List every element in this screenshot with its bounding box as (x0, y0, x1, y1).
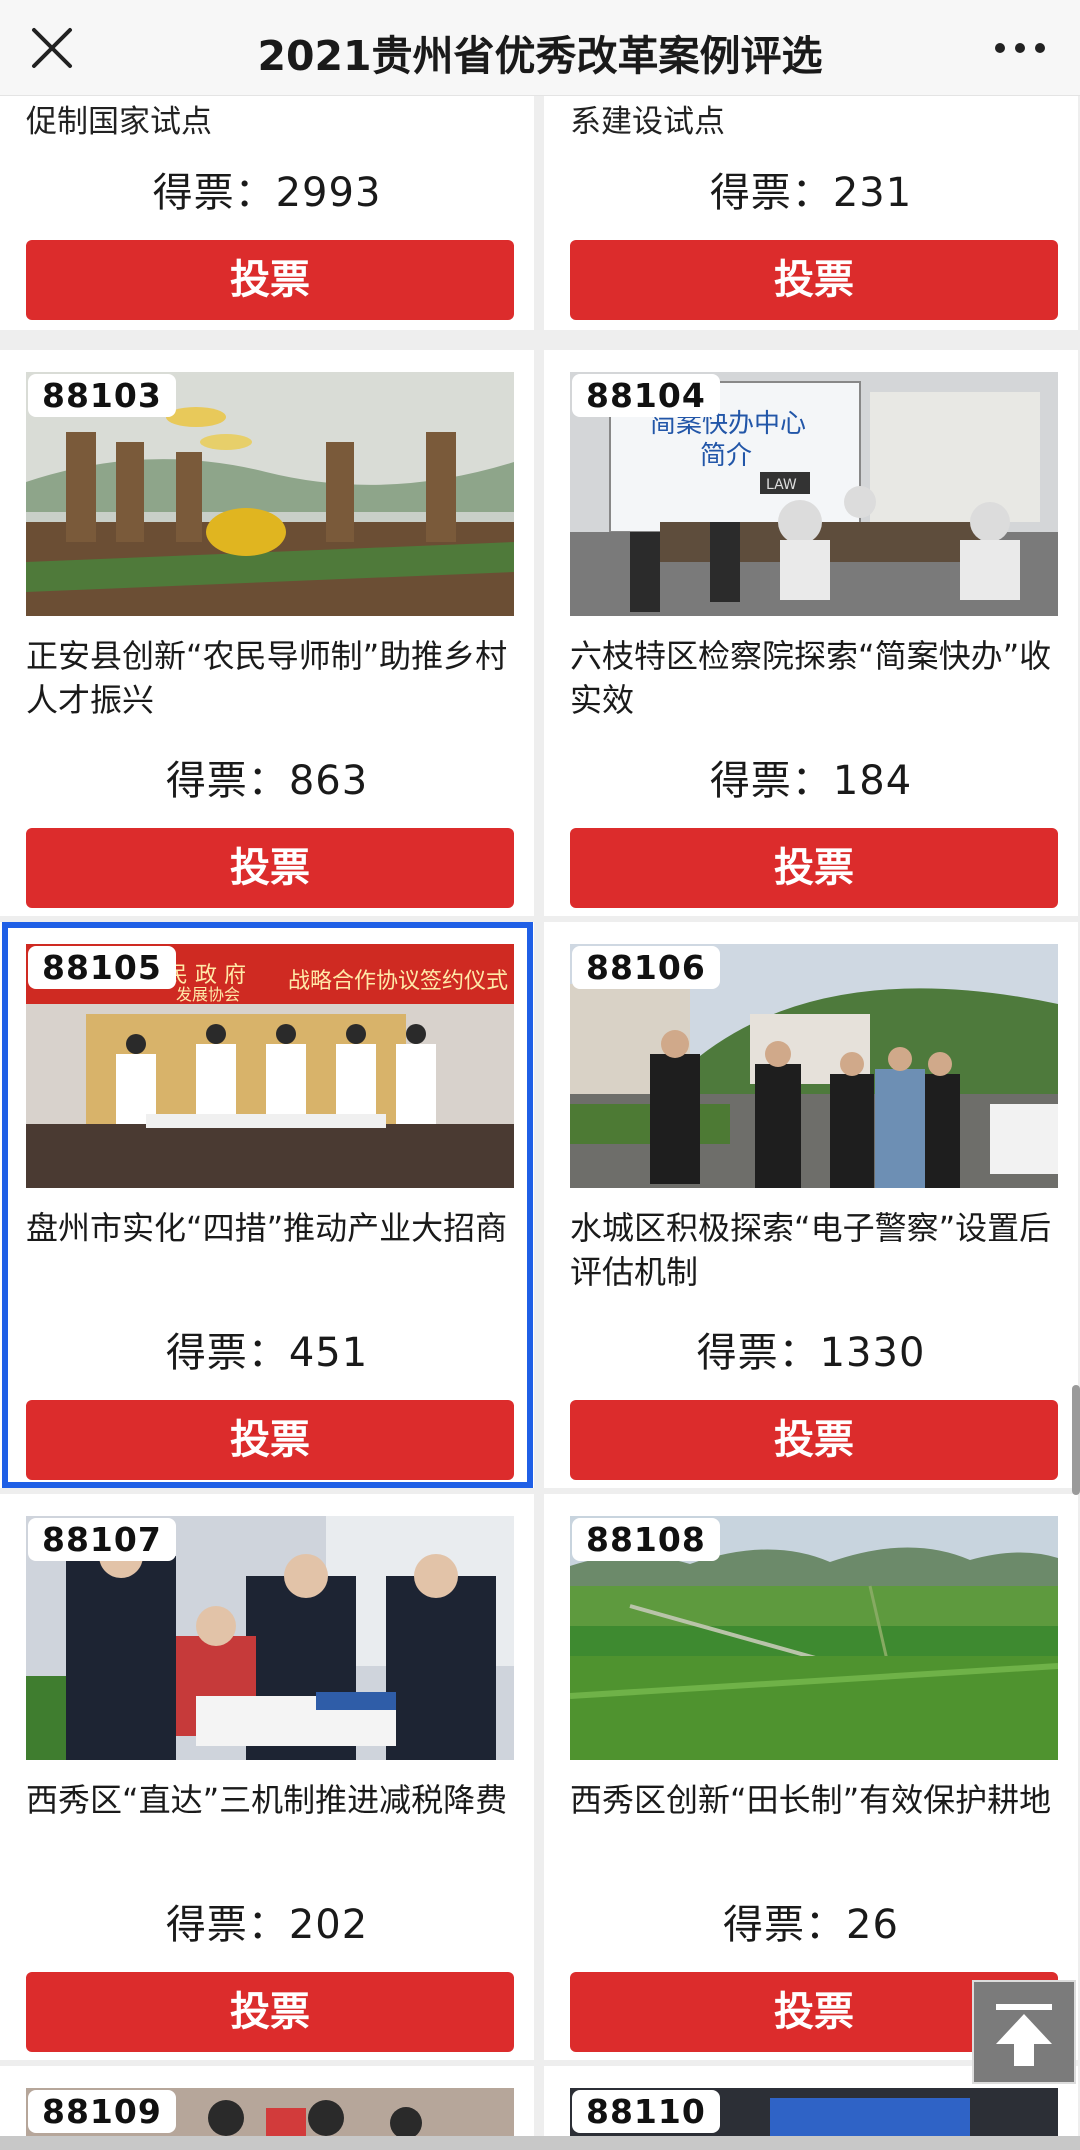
vote-count: 得票：451 (165, 1330, 369, 1376)
photo-banner-text: 战略合作协议签约仪式 (288, 969, 508, 994)
vote-count: 得票：2993 (152, 170, 382, 216)
vote-count: 得票：26 (723, 1902, 899, 1948)
photo-screen-text: 简介 (700, 441, 752, 471)
case-title[interactable]: 西秀区“直达”三机制推进减税降费 (26, 1778, 520, 1822)
case-photo[interactable]: 88108 (570, 1516, 1058, 1760)
vote-count: 得票：231 (709, 170, 913, 216)
case-id-badge: 88107 (28, 1518, 176, 1561)
vote-button[interactable]: 投票 (26, 1400, 514, 1480)
case-photo[interactable]: 88103 (26, 372, 514, 616)
case-photo[interactable]: 88106 (570, 944, 1058, 1188)
case-title[interactable]: 正安县创新“农民导师制”助推乡村人才振兴 (26, 634, 520, 722)
scrollbar[interactable] (1072, 1385, 1080, 1495)
vote-card: 88106 水城区积极探索“电子警察”设置后评估机制 得票：1330 投票 (544, 922, 1078, 1488)
more-button[interactable] (990, 28, 1050, 68)
case-photo[interactable]: 88107 (26, 1516, 514, 1760)
case-photo[interactable]: 民 政 府 发展协会 战略合作协议签约仪式 88105 (26, 944, 514, 1188)
photo-sign-text: LAW (766, 477, 797, 493)
vote-card: 88108 西秀区创新“田长制”有效保护耕地 得票：26 投票 (544, 1494, 1078, 2060)
vote-count: 得票：184 (709, 758, 913, 804)
case-id-badge: 88103 (28, 374, 176, 417)
case-title[interactable]: 水城区积极探索“电子警察”设置后评估机制 (570, 1206, 1064, 1294)
vote-card: 88103 正安县创新“农民导师制”助推乡村人才振兴 得票：863 投票 (0, 350, 534, 916)
vote-card: 88107 西秀区“直达”三机制推进减税降费 得票：202 投票 (0, 1494, 534, 2060)
vote-button[interactable]: 投票 (26, 828, 514, 908)
arrow-up-icon (996, 2004, 1052, 2066)
case-title: 促制国家试点 (26, 104, 212, 140)
vote-count: 得票：863 (165, 758, 369, 804)
case-title: 系建设试点 (570, 104, 725, 140)
case-photo[interactable]: 简案快办中心 简介 LAW 88104 (570, 372, 1058, 616)
vote-count: 得票：1330 (696, 1330, 926, 1376)
vote-card: 民 政 府 发展协会 战略合作协议签约仪式 88105 盘州市实化“四措”推动产… (0, 922, 534, 1488)
vote-button[interactable]: 投票 (26, 1972, 514, 2052)
case-id-badge: 88105 (28, 946, 176, 989)
case-title[interactable]: 盘州市实化“四措”推动产业大招商 (26, 1206, 520, 1250)
case-title[interactable]: 六枝特区检察院探索“简案快办”收实效 (570, 634, 1064, 722)
case-title[interactable]: 西秀区创新“田长制”有效保护耕地 (570, 1778, 1064, 1822)
vote-button[interactable]: 投票 (26, 240, 514, 320)
vote-count: 得票：202 (165, 1902, 369, 1948)
vote-button[interactable]: 投票 (570, 828, 1058, 908)
vote-card: 简案快办中心 简介 LAW 88104 六枝特区检察院探索“简案快办”收实效 得… (544, 350, 1078, 916)
case-id-badge: 88109 (28, 2090, 176, 2133)
case-id-badge: 88108 (572, 1518, 720, 1561)
top-bar: 2021贵州省优秀改革案例评选 (0, 0, 1080, 96)
more-icon (995, 43, 1045, 53)
page-title: 2021贵州省优秀改革案例评选 (257, 32, 823, 80)
case-id-badge: 88110 (572, 2090, 720, 2133)
case-id-badge: 88106 (572, 946, 720, 989)
scroll-to-top-button[interactable] (972, 1980, 1076, 2084)
vote-button[interactable]: 投票 (570, 1400, 1058, 1480)
photo-banner-text: 发展协会 (176, 985, 240, 1004)
vote-button[interactable]: 投票 (570, 240, 1058, 320)
case-id-badge: 88104 (572, 374, 720, 417)
bottom-edge (0, 2136, 1080, 2150)
